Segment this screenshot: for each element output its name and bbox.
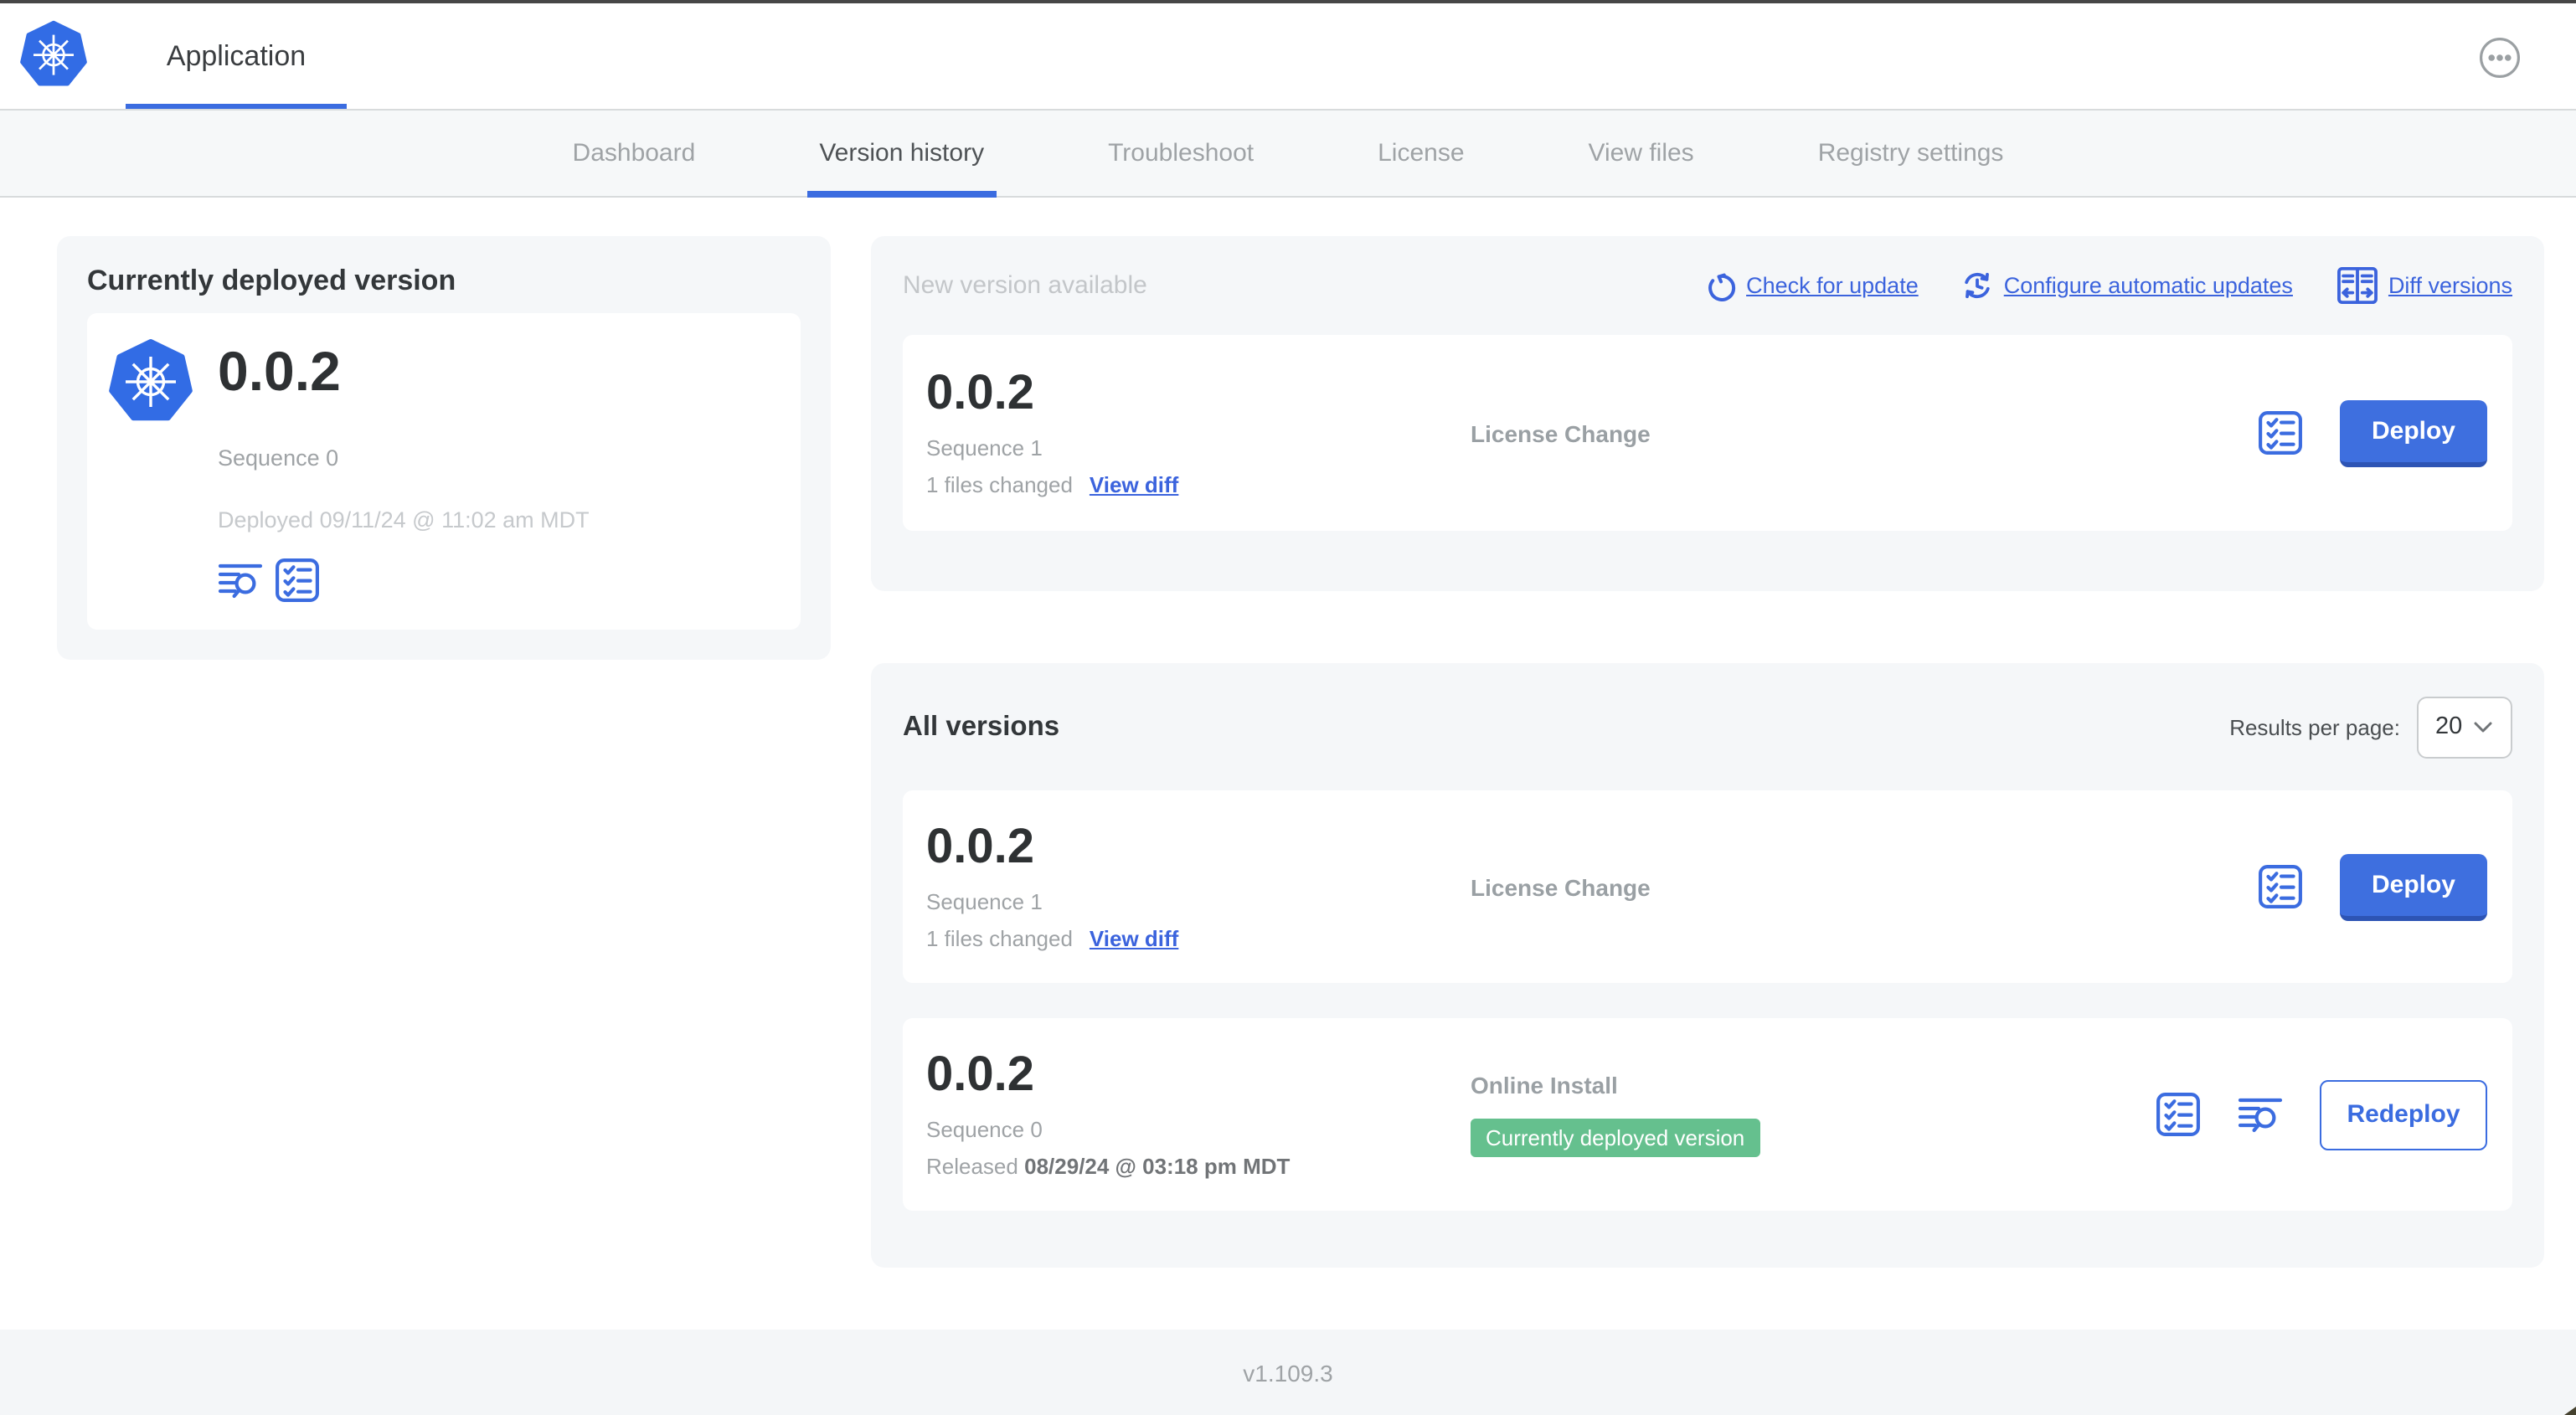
tab-registry-settings[interactable]: Registry settings [1818,111,2004,196]
app-footer: v1.109.3 [0,1330,2576,1415]
preflight-checklist-icon[interactable] [275,558,320,603]
deploy-button[interactable]: Deploy [2340,853,2487,920]
tab-license[interactable]: License [1378,111,1464,196]
diff-icon [2336,266,2378,305]
tab-version-history[interactable]: Version history [807,111,997,198]
version-number: 0.0.2 [926,820,1034,874]
version-number: 0.0.2 [926,366,1034,420]
view-diff-link[interactable]: View diff [1090,472,1178,497]
new-version-title: New version available [903,271,1147,300]
new-version-card: 0.0.2 Sequence 1 1 files changed View di… [903,335,2512,531]
version-source-label: Online Install [1471,1072,1618,1099]
currently-deployed-title: Currently deployed version [87,265,456,296]
app-tab-application[interactable]: Application [126,3,347,109]
version-sequence: Sequence 1 [926,889,1043,915]
kubernetes-logo-icon [20,20,87,87]
more-menu-button[interactable] [2479,37,2521,79]
files-changed-label: 1 files changed [926,472,1073,498]
new-version-panel: New version available Check for update C… [871,236,2544,591]
redeploy-button[interactable]: Redeploy [2320,1079,2487,1150]
clock-refresh-icon [1965,272,1991,299]
preflight-checklist-icon[interactable] [2156,1092,2201,1137]
ellipsis-icon [2480,38,2520,78]
app-navbar: Dashboard Version history Troubleshoot L… [0,109,2576,198]
check-for-update-link[interactable]: Check for update [1706,270,1919,301]
kubernetes-logo-icon [109,338,193,422]
refresh-icon [1708,272,1735,301]
all-versions-title: All versions [903,711,1060,741]
diff-versions-link[interactable]: Diff versions [2336,266,2512,305]
version-row: 0.0.2 Sequence 1 1 files changed View di… [903,790,2512,983]
results-per-page-label: Results per page: [2229,714,2400,739]
view-diff-link[interactable]: View diff [1090,926,1178,951]
tab-troubleshoot[interactable]: Troubleshoot [1108,111,1254,196]
version-sequence: Sequence 1 [926,435,1043,461]
chevron-down-icon [2474,721,2492,732]
deploy-logs-icon[interactable] [2238,1094,2283,1135]
deploy-button[interactable]: Deploy [2340,399,2487,466]
all-versions-panel: All versions Results per page: 20 0.0.2 … [871,663,2544,1268]
preflight-checklist-icon[interactable] [2258,864,2303,909]
configure-automatic-updates-link[interactable]: Configure automatic updates [1962,270,2293,301]
version-number: 0.0.2 [926,1047,1034,1102]
current-version-sequence: Sequence 0 [218,445,339,471]
version-released-at: Released 08/29/24 @ 03:18 pm MDT [926,1154,1291,1180]
tab-dashboard[interactable]: Dashboard [573,111,696,196]
app-header: Application [0,3,2576,109]
console-version: v1.109.3 [1243,1359,1333,1386]
tab-view-files[interactable]: View files [1589,111,1694,196]
current-version-number: 0.0.2 [218,340,341,402]
version-source-label: License Change [1471,419,1651,446]
current-version-deployed-at: Deployed 09/11/24 @ 11:02 am MDT [218,507,590,533]
results-per-page-select[interactable]: 20 [2417,696,2512,758]
currently-deployed-panel: Currently deployed version 0.0.2 Sequenc… [57,236,831,660]
preflight-checklist-icon[interactable] [2258,410,2303,455]
version-row: 0.0.2 Sequence 0 Released 08/29/24 @ 03:… [903,1018,2512,1211]
version-source-label: License Change [1471,873,1651,900]
deploy-logs-icon[interactable] [218,560,263,600]
files-changed-label: 1 files changed [926,926,1073,952]
currently-deployed-badge: Currently deployed version [1471,1119,1760,1157]
version-sequence: Sequence 0 [926,1117,1043,1143]
kots-admin-console: Application Dashboard Version history Tr… [0,0,2576,1415]
currently-deployed-card: 0.0.2 Sequence 0 Deployed 09/11/24 @ 11:… [87,313,801,630]
results-per-page-value: 20 [2435,713,2463,740]
